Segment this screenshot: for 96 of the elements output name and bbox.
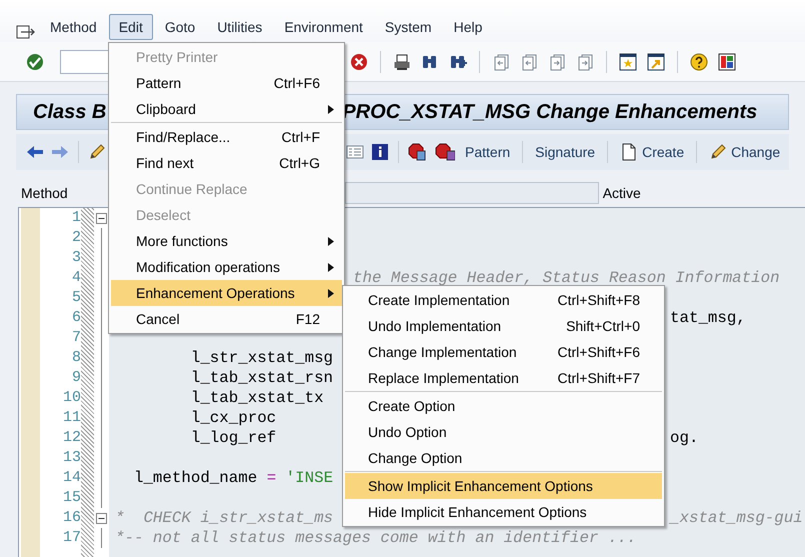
shortcut-text: Ctrl+Shift+F8	[558, 292, 640, 308]
menu-item[interactable]: Find/Replace... Ctrl+F	[111, 124, 342, 150]
menu-item[interactable]: Modification operations	[111, 254, 342, 280]
menu-bar-item[interactable]: Environment	[274, 14, 373, 40]
line-number: 10	[62, 388, 81, 408]
info-icon[interactable]	[371, 143, 389, 161]
shortcut-text: Ctrl+F	[282, 129, 320, 145]
menu-bar-item[interactable]: Goto	[154, 14, 206, 40]
menu-item[interactable]: Undo Option	[345, 419, 662, 445]
cancel-icon[interactable]	[350, 52, 368, 70]
shortcut-text: Ctrl+Shift+F7	[558, 370, 640, 386]
shortcut-text: Shift+Ctrl+0	[566, 318, 640, 334]
layout-icon[interactable]	[718, 52, 736, 70]
submenu-arrow-icon	[328, 104, 334, 114]
shortcut-text: Ctrl+Shift+F6	[558, 344, 640, 360]
toolbar-button[interactable]: Signature	[532, 140, 598, 164]
shortcut-text: F12	[296, 311, 320, 327]
check-icon[interactable]	[26, 52, 44, 70]
stop-icon[interactable]	[408, 143, 428, 161]
last-page-icon[interactable]	[576, 52, 594, 70]
menu-item[interactable]: Find next Ctrl+G	[111, 150, 342, 176]
shortcut-icon[interactable]	[647, 52, 665, 70]
line-number: 17	[62, 528, 81, 548]
menu-item[interactable]: Change Implementation Ctrl+Shift+F6	[345, 339, 662, 365]
shortcut-text: Ctrl+F6	[274, 75, 320, 91]
next-page-icon[interactable]	[548, 52, 566, 70]
collapse-icon[interactable]	[96, 512, 107, 524]
code-text: the Message Header, Status Reason Information	[352, 268, 780, 288]
shortcut-text: Ctrl+G	[279, 155, 320, 171]
menu-icon[interactable]	[16, 24, 36, 40]
menu-item[interactable]: Create Option	[345, 393, 662, 419]
submenu-arrow-icon	[328, 236, 334, 246]
display-change-icon[interactable]	[88, 143, 106, 161]
screen-title: PROC_XSTAT_MSG Change Enhancements	[342, 100, 758, 124]
method-field[interactable]	[344, 182, 599, 204]
new-window-icon[interactable]	[619, 52, 637, 70]
print-icon[interactable]	[393, 52, 411, 70]
line-number: 13	[62, 448, 81, 468]
line-number: 5	[70, 288, 81, 308]
code-text: l_cx_proc	[190, 408, 276, 428]
line-number: 11	[62, 408, 81, 428]
menu-bar-item[interactable]: Method	[40, 14, 107, 40]
back-arrow-icon[interactable]	[26, 143, 44, 161]
code-text: l_log_ref	[190, 428, 276, 448]
menu-item[interactable]: Undo Implementation Shift+Ctrl+0	[345, 313, 662, 339]
menu-item[interactable]: Change Option	[345, 445, 662, 471]
field-label: Method	[21, 185, 68, 201]
line-number: 9	[70, 368, 81, 388]
code-text: * CHECK i_str_xstat_ms	[115, 508, 334, 528]
code-text: l_method_name = 'INSE	[132, 468, 334, 488]
code-text: l_str_xstat_msg	[190, 348, 334, 368]
menu-item[interactable]: Enhancement Operations	[111, 280, 342, 306]
menu-bar-item[interactable]: System	[374, 14, 442, 40]
line-number: 7	[70, 328, 81, 348]
toolbar-button[interactable]: Change	[706, 139, 784, 165]
previous-page-icon[interactable]	[520, 52, 538, 70]
line-number: 16	[62, 508, 81, 528]
first-page-icon[interactable]	[492, 52, 510, 70]
screen-title: Class B	[32, 100, 106, 124]
line-number: 3	[70, 248, 81, 268]
code-text: og.	[669, 428, 698, 448]
menu-item[interactable]: Replace Implementation Ctrl+Shift+F7	[345, 365, 662, 391]
stop-person-icon[interactable]	[435, 143, 455, 161]
line-number: 12	[62, 428, 81, 448]
line-number: 6	[70, 308, 81, 328]
menu-item[interactable]: More functions	[111, 228, 342, 254]
menu-item[interactable]: Show Implicit Enhancement Options	[345, 473, 662, 499]
help-icon[interactable]	[690, 52, 708, 70]
toolbar-button[interactable]: Pattern	[462, 140, 514, 164]
code-text: l_tab_xstat_tx	[190, 388, 324, 408]
menu-bar-item[interactable]: Edit	[108, 14, 153, 40]
menu-item[interactable]: Hide Implicit Enhancement Options	[345, 499, 662, 525]
menu-item[interactable]: Clipboard	[111, 96, 342, 122]
document-icon[interactable]	[620, 143, 638, 161]
line-number: 2	[70, 228, 81, 248]
status-text: Active	[602, 185, 641, 201]
code-text: _xstat_msg-gui	[668, 508, 803, 528]
menu-bar-item[interactable]: Help	[444, 14, 492, 40]
pencil-icon[interactable]	[709, 143, 728, 161]
submenu-arrow-icon	[328, 262, 334, 272]
code-text: l_tab_xstat_rsn	[190, 368, 334, 388]
menu-bar-item[interactable]: Utilities	[207, 14, 272, 40]
line-number: 1	[70, 208, 81, 228]
menu-item[interactable]: Create Implementation Ctrl+Shift+F8	[345, 287, 662, 313]
line-number: 15	[62, 488, 81, 508]
code-text: tat_msg,	[669, 308, 746, 328]
line-number: 14	[62, 468, 81, 488]
menu-item[interactable]: Cancel F12	[111, 306, 342, 332]
code-text: *-- not all status messages come with an identifier ...	[115, 528, 636, 548]
line-number: 4	[70, 268, 81, 288]
list-icon[interactable]	[346, 143, 364, 161]
menu-item[interactable]: Pattern Ctrl+F6	[111, 70, 342, 96]
submenu-arrow-icon	[328, 288, 334, 298]
line-number: 8	[70, 348, 81, 368]
toolbar-button[interactable]: Create	[617, 139, 688, 165]
collapse-icon[interactable]	[96, 212, 107, 224]
